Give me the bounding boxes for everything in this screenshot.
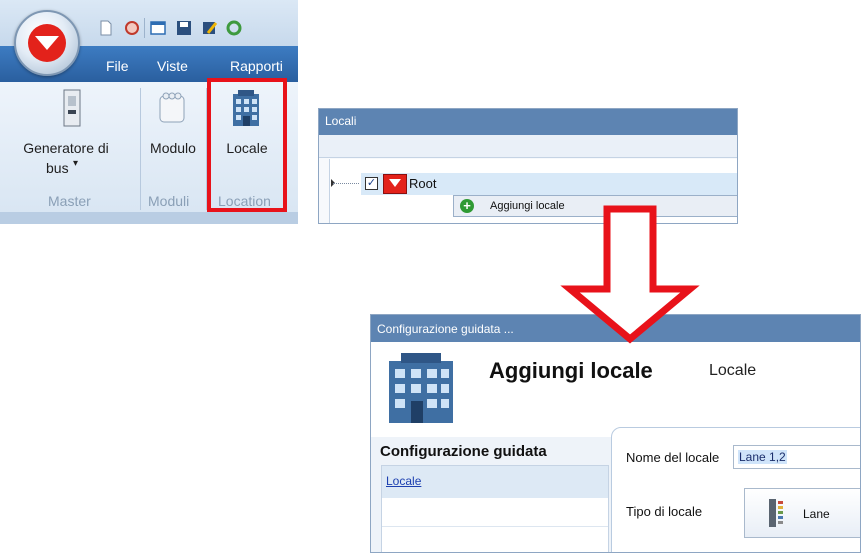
chevron-down-icon: ▾	[73, 158, 79, 169]
tipo-locale-select[interactable]: Lane	[744, 488, 860, 538]
locali-title: Locali	[325, 114, 357, 128]
ribbon-panel: File Viste Rapporti Generatore di bus ▾ …	[0, 0, 298, 224]
add-icon: +	[460, 199, 474, 213]
highlight-box	[207, 78, 287, 212]
locali-toolbar-strip	[319, 135, 737, 158]
tipo-locale-label: Tipo di locale	[626, 504, 703, 519]
nome-locale-value: Lane 1,2	[738, 450, 787, 464]
tree-connector-line	[333, 183, 359, 185]
module-icon	[159, 92, 185, 123]
generatore-label-line2: bus	[46, 160, 69, 176]
context-menu-label: Aggiungi locale	[490, 200, 565, 212]
tree-item-root[interactable]: ✓ Root	[361, 173, 737, 195]
refresh-icon[interactable]	[124, 20, 140, 36]
wizard-step-locale[interactable]: Locale	[382, 466, 608, 498]
wizard-title: Configurazione guidata ...	[377, 322, 514, 336]
brand-logo-icon	[383, 174, 407, 194]
app-menu-button[interactable]	[14, 10, 80, 76]
step-divider	[382, 526, 608, 527]
generatore-bus-button[interactable]: Generatore di bus ▾	[8, 88, 138, 190]
nome-locale-input[interactable]: Lane 1,2	[733, 445, 860, 469]
brand-triangle	[35, 36, 59, 50]
new-document-icon[interactable]	[98, 20, 114, 36]
root-checkbox[interactable]: ✓	[365, 177, 378, 190]
group-label-master: Master	[48, 193, 91, 209]
modulo-button[interactable]: Modulo	[144, 88, 204, 190]
open-icon[interactable]	[150, 20, 166, 36]
modulo-label: Modulo	[150, 140, 196, 156]
building-icon	[389, 353, 453, 423]
tab-rapporti[interactable]: Rapporti	[230, 58, 283, 74]
wizard-steps-list: Locale	[381, 465, 609, 552]
group-separator	[140, 88, 141, 210]
group-label-moduli: Moduli	[148, 193, 190, 209]
generatore-label-line1: Generatore di	[23, 140, 109, 156]
root-label: Root	[409, 176, 437, 191]
bus-generator-icon	[63, 89, 81, 127]
wizard-panel: Configurazione guidata ... Aggiungi loca…	[370, 314, 861, 553]
lane-icon	[769, 499, 783, 527]
arrow-down-icon	[560, 205, 700, 344]
save-icon[interactable]	[176, 20, 192, 36]
wizard-heading: Aggiungi locale	[489, 358, 653, 383]
ribbon-bottom-strip	[0, 212, 298, 224]
tipo-locale-value: Lane	[803, 507, 830, 521]
tab-viste[interactable]: Viste	[157, 58, 188, 74]
locali-title-bar	[319, 109, 737, 135]
nome-locale-label: Nome del locale	[626, 450, 720, 465]
settings-icon[interactable]	[226, 20, 242, 36]
edit-icon[interactable]	[202, 20, 218, 36]
tab-file[interactable]: File	[106, 58, 129, 74]
wizard-subheading: Locale	[709, 362, 757, 379]
wizard-step-label[interactable]: Locale	[386, 474, 421, 488]
wizard-steps-title: Configurazione guidata	[380, 443, 547, 460]
wizard-form: Nome del locale Lane 1,2 Tipo di locale …	[611, 427, 860, 552]
qa-separator	[144, 18, 145, 38]
